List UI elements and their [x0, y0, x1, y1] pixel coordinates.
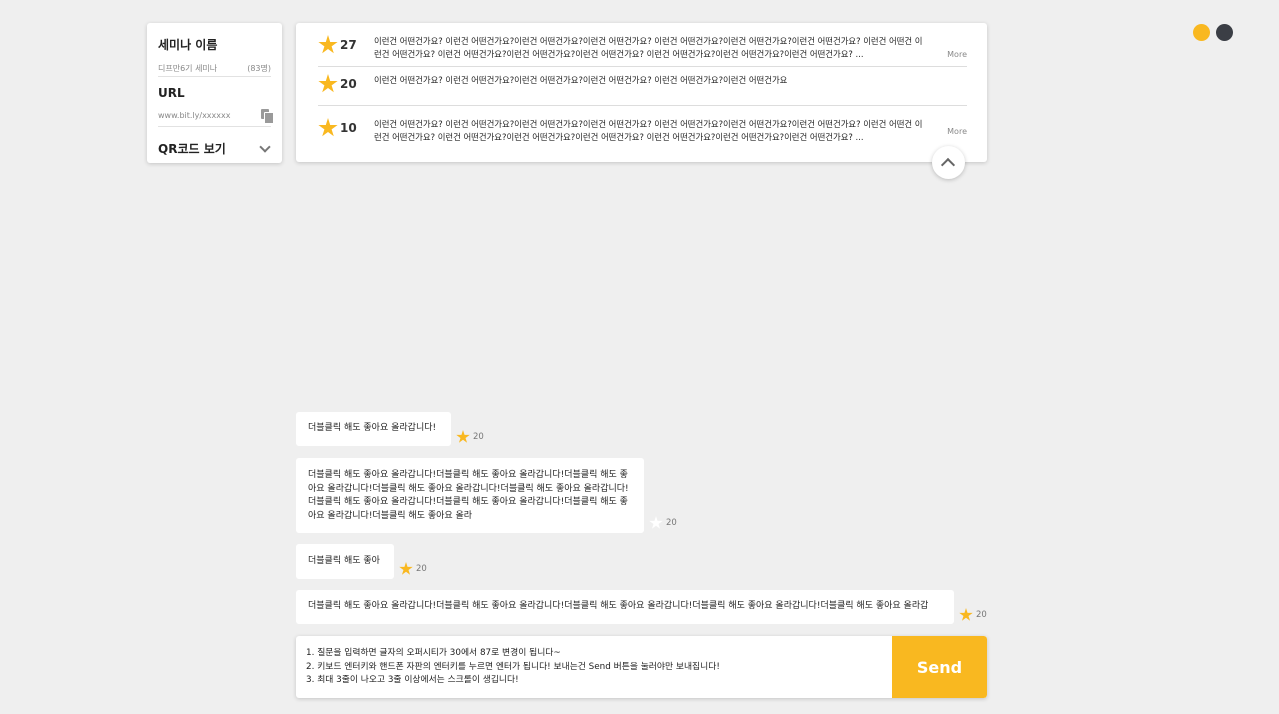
message-likes: 20 — [649, 516, 677, 530]
theme-dot-dark[interactable] — [1216, 24, 1233, 41]
question-text: 이런건 어떤건가요? 이런건 어떤건가요?이런건 어떤건가요?이런건 어떤건가요… — [374, 75, 788, 85]
message-bubble[interactable]: 더블클릭 해도 좋아요 올라갑니다!더블클릭 해도 좋아요 올라갑니다!더블클릭… — [296, 590, 954, 624]
top-question-item[interactable]: 10 이런건 어떤건가요? 이런건 어떤건가요?이런건 어떤건가요?이런건 어떤… — [318, 106, 967, 162]
url-section: URL www.bit.ly/xxxxxx — [158, 77, 274, 127]
message-likes: 20 — [399, 562, 427, 576]
message-text: 더블클릭 해도 좋아요 올라갑니다!더블클릭 해도 좋아요 올라갑니다!더블클릭… — [308, 601, 929, 612]
qr-toggle[interactable]: QR코드 보기 — [158, 127, 271, 163]
star-icon[interactable] — [318, 74, 338, 93]
send-button[interactable]: Send — [892, 636, 987, 698]
seminar-info-card: 세미나 이름 디프만6기 세미나 (83명) URL www.bit.ly/xx… — [147, 23, 282, 163]
star-count: 10 — [340, 121, 357, 135]
message-likes: 20 — [456, 430, 484, 444]
like-count: 20 — [666, 518, 677, 528]
top-questions-card: 27 이런건 어떤건가요? 이런건 어떤건가요?이런건 어떤건가요?이런건 어떤… — [296, 23, 987, 162]
seminar-name-label: 세미나 이름 — [158, 38, 218, 52]
seminar-url[interactable]: www.bit.ly/xxxxxx — [158, 111, 230, 120]
participant-count: (83명) — [247, 64, 271, 73]
message-composer: 1. 질문을 입력하면 글자의 오퍼시티가 30에서 87로 변경이 됩니다~ … — [296, 636, 987, 698]
star-outline-icon[interactable] — [649, 516, 663, 529]
message-text: 더블클릭 해도 좋아요 올라갑니다!더블클릭 해도 좋아요 올라갑니다!더블클릭… — [308, 470, 629, 521]
message-bubble[interactable]: 더블클릭 해도 좋아요 올라갑니다!더블클릭 해도 좋아요 올라갑니다!더블클릭… — [296, 458, 644, 533]
seminar-name-section: 세미나 이름 디프만6기 세미나 (83명) — [158, 23, 271, 77]
top-question-item[interactable]: 27 이런건 어떤건가요? 이런건 어떤건가요?이런건 어떤건가요?이런건 어떤… — [318, 23, 967, 67]
star-icon[interactable] — [318, 35, 338, 54]
like-count: 20 — [416, 564, 427, 574]
like-count: 20 — [976, 610, 987, 620]
message-text: 더블클릭 해도 좋아요 올라갑니다! — [308, 423, 437, 434]
message-bubble[interactable]: 더블클릭 해도 좋아 — [296, 544, 394, 579]
chevron-down-icon[interactable] — [259, 140, 271, 153]
message-bubble[interactable]: 더블클릭 해도 좋아요 올라갑니다! — [296, 412, 451, 446]
star-icon[interactable] — [399, 562, 413, 575]
like-count: 20 — [473, 432, 484, 442]
collapse-button[interactable] — [932, 146, 965, 179]
more-link[interactable]: More — [947, 50, 967, 59]
question-text: 이런건 어떤건가요? 이런건 어떤건가요?이런건 어떤건가요?이런건 어떤건가요… — [374, 119, 923, 142]
qr-label: QR코드 보기 — [158, 142, 226, 156]
message-input[interactable]: 1. 질문을 입력하면 글자의 오퍼시티가 30에서 87로 변경이 됩니다~ … — [296, 636, 892, 698]
seminar-name: 디프만6기 세미나 — [158, 64, 218, 73]
chevron-up-icon — [940, 157, 956, 173]
star-count: 27 — [340, 38, 357, 52]
star-icon[interactable] — [959, 608, 973, 621]
top-question-item[interactable]: 20 이런건 어떤건가요? 이런건 어떤건가요?이런건 어떤건가요?이런건 어떤… — [318, 67, 967, 106]
message-text: 더블클릭 해도 좋아 — [308, 555, 380, 566]
star-icon[interactable] — [318, 118, 338, 137]
url-label: URL — [158, 86, 185, 100]
copy-icon[interactable] — [261, 109, 274, 124]
theme-dot-yellow[interactable] — [1193, 24, 1210, 41]
star-count: 20 — [340, 77, 357, 91]
more-link[interactable]: More — [947, 127, 967, 136]
question-text: 이런건 어떤건가요? 이런건 어떤건가요?이런건 어떤건가요?이런건 어떤건가요… — [374, 36, 923, 59]
message-likes: 20 — [959, 608, 987, 622]
star-icon[interactable] — [456, 430, 470, 443]
